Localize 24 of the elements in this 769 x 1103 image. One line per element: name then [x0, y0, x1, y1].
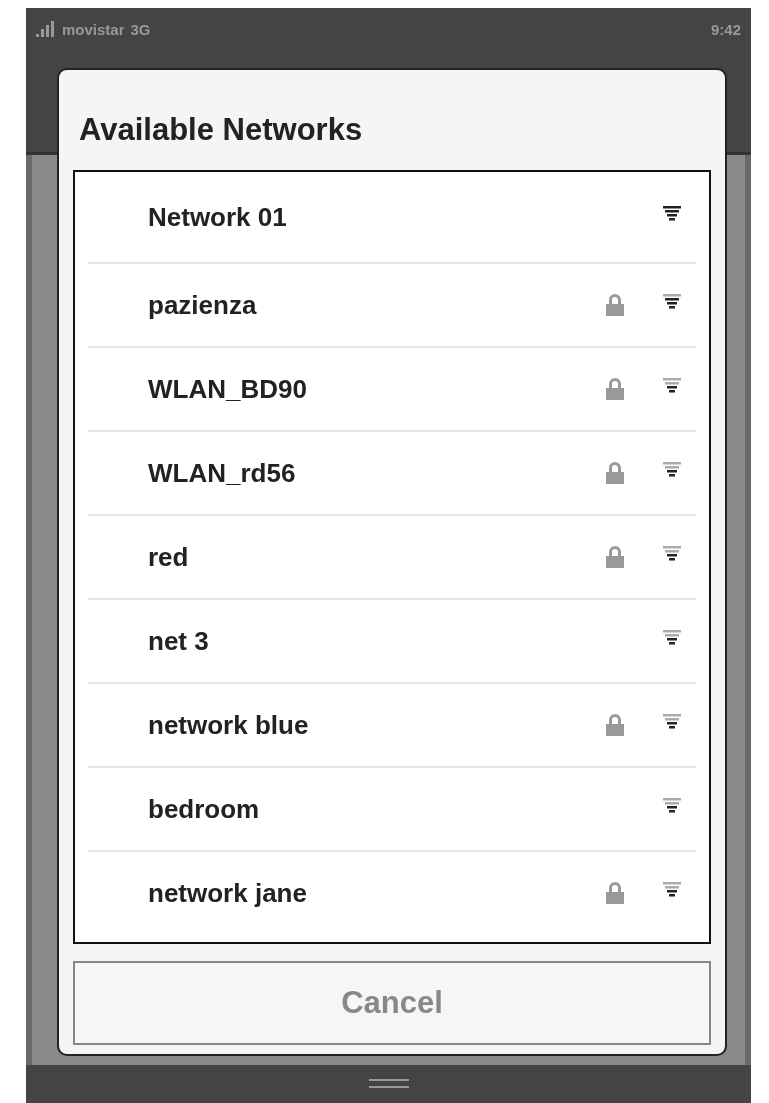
network-item[interactable]: net 3: [88, 598, 696, 682]
network-name: bedroom: [147, 793, 261, 825]
network-name: red: [147, 541, 190, 573]
network-item[interactable]: WLAN_rd56: [88, 430, 696, 514]
signal-icon: [36, 21, 56, 37]
network-name: pazienza: [147, 289, 258, 321]
network-item[interactable]: WLAN_BD90: [88, 346, 696, 430]
network-type: 3G: [130, 20, 151, 38]
network-name: WLAN_BD90: [147, 373, 308, 405]
network-name: Network 01: [147, 201, 288, 233]
carrier-name: movistar: [62, 20, 125, 38]
network-name: net 3: [147, 625, 210, 657]
dialog-title: Available Networks: [79, 112, 364, 148]
network-name: WLAN_rd56: [147, 457, 297, 489]
network-item[interactable]: network blue: [88, 682, 696, 766]
clock-time: 9:42: [710, 20, 741, 38]
menu-handle-icon[interactable]: [368, 1079, 409, 1089]
network-item[interactable]: bedroom: [88, 766, 696, 850]
network-item[interactable]: pazienza: [88, 262, 696, 346]
network-item[interactable]: Network 01: [88, 172, 696, 262]
network-item[interactable]: red: [88, 514, 696, 598]
network-name: network blue: [147, 709, 310, 741]
network-item[interactable]: network jane: [88, 850, 696, 934]
network-name: network jane: [147, 877, 308, 909]
